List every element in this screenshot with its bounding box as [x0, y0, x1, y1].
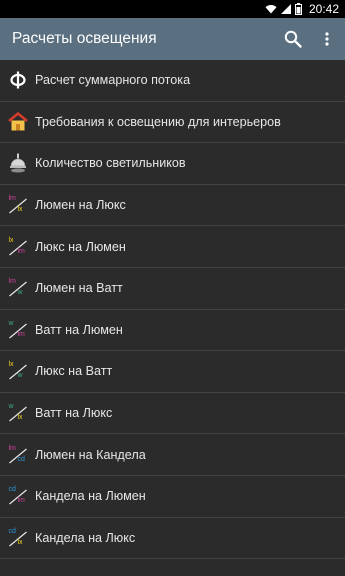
list-item[interactable]: lx w Люкс на Ватт [0, 351, 345, 393]
list-item-label: Кандела на Люмен [35, 489, 146, 504]
status-bar: 20:42 [0, 0, 345, 18]
app-bar: Расчеты освещения [0, 18, 345, 60]
battery-icon [294, 3, 302, 15]
signal-icon [280, 4, 291, 14]
list-item-label: Количество светильников [35, 156, 186, 171]
lamp-icon [0, 143, 35, 184]
list-item[interactable]: w lm Ватт на Люмен [0, 310, 345, 352]
cd-to-lm-icon: cd lm [8, 486, 27, 505]
w-to-lx-icon: w lx [0, 393, 35, 434]
lm-to-lx-icon: lm lx [0, 185, 35, 226]
phi-icon [0, 60, 35, 101]
list-item-label: Люкс на Ватт [35, 364, 113, 379]
calculator-list: Расчет суммарного потока Требования к осв… [0, 60, 345, 560]
list-item-label: Люмен на Кандела [35, 447, 146, 462]
list-item[interactable]: cd lm Кандела на Люмен [0, 476, 345, 518]
list-item-label: Расчет суммарного потока [35, 73, 191, 88]
list-item[interactable]: Требования к освещению для интерьеров [0, 102, 345, 144]
list-item-label: Требования к освещению для интерьеров [35, 114, 281, 129]
wifi-icon [265, 4, 277, 14]
list-item[interactable]: w lx Ватт на Люкс [0, 393, 345, 435]
list-item[interactable]: lm cd Люмен на Кандела [0, 434, 345, 476]
list-item[interactable]: lx lm Люкс на Люмен [0, 226, 345, 268]
list-item[interactable]: lm w Люмен на Ватт [0, 268, 345, 310]
list-item-label: Кандела на Люкс [35, 530, 136, 545]
house-icon [0, 101, 35, 142]
lx-to-lm-icon: lx lm [8, 236, 27, 256]
page-title: Расчеты освещения [12, 30, 157, 47]
lm-to-w-icon: lm w [0, 268, 35, 309]
lx-to-w-icon: lx w [0, 351, 35, 392]
list-item[interactable]: cd lx Кандела на Люкс [0, 518, 345, 560]
list-item-label: Люкс на Люмен [35, 239, 126, 254]
w-to-lm-icon: w lm [8, 319, 27, 339]
search-icon[interactable] [279, 18, 307, 60]
list-item-label: Ватт на Люмен [35, 322, 123, 337]
cd-to-lx-icon: cd lx [0, 517, 35, 558]
list-item[interactable]: Количество светильников [0, 143, 345, 185]
status-time: 20:42 [308, 2, 339, 16]
list-item-label: Люмен на Ватт [35, 281, 123, 296]
list-item-label: Люмен на Люкс [35, 198, 126, 213]
list-item-label: Ватт на Люкс [35, 406, 113, 421]
lm-to-cd-icon: lm cd [8, 444, 27, 464]
list-item[interactable]: lm lx Люмен на Люкс [0, 185, 345, 227]
more-vert-icon[interactable] [313, 18, 341, 60]
list-item[interactable]: Расчет суммарного потока [0, 60, 345, 102]
